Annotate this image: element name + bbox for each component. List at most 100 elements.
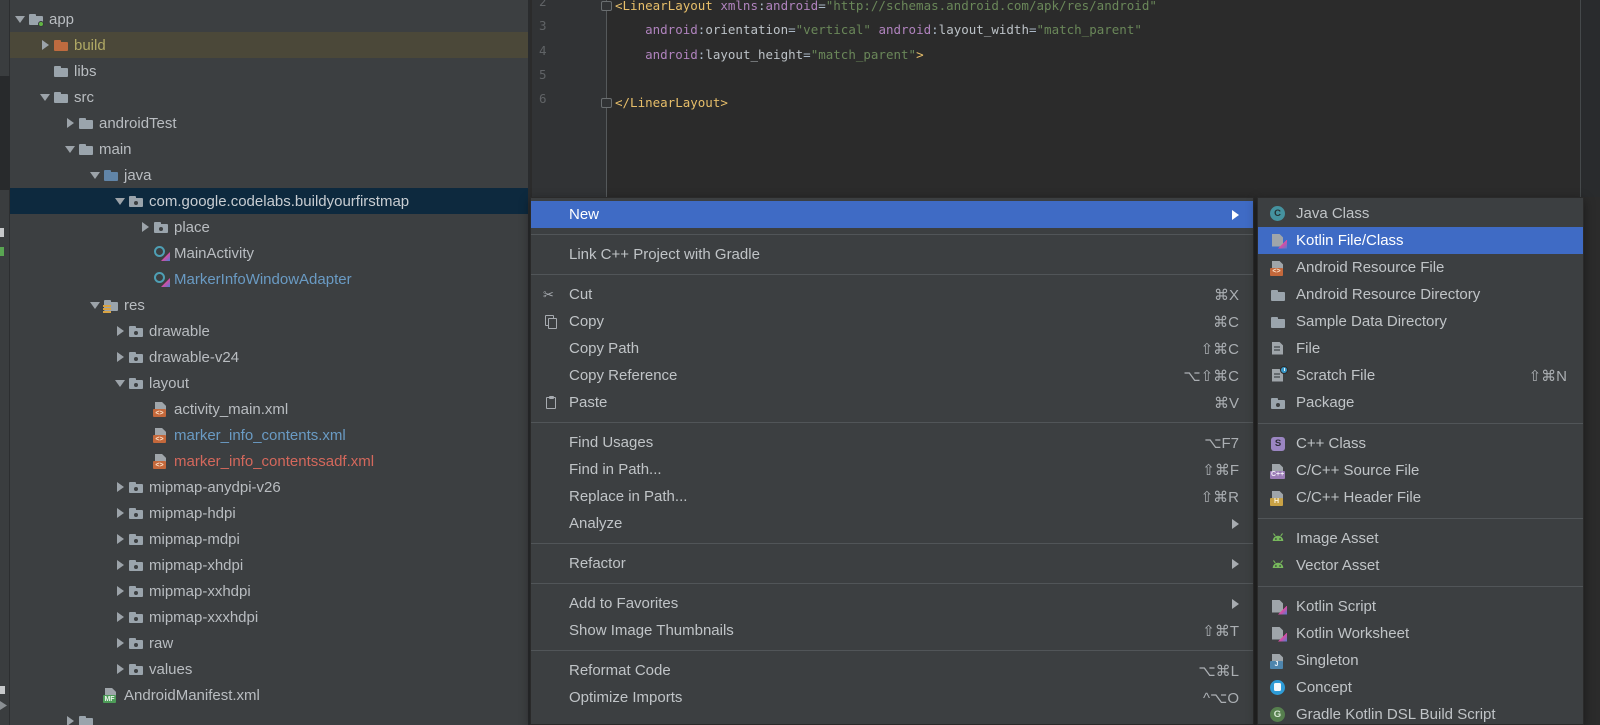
tree-item-androidmanifest-xml[interactable]: MFAndroidManifest.xml (10, 682, 528, 708)
tree-item-build[interactable]: build (10, 32, 528, 58)
submenu-item-kotlin-script[interactable]: Kotlin Script (1258, 593, 1583, 620)
tree-item-src[interactable]: src (10, 84, 528, 110)
chevron-right-icon[interactable] (112, 557, 128, 573)
context-menu-item-optimize-imports[interactable]: Optimize Imports^⌥O (531, 684, 1253, 711)
tree-item-mipmap-anydpi-v26[interactable]: mipmap-anydpi-v26 (10, 474, 528, 500)
chevron-right-icon[interactable] (112, 661, 128, 677)
tree-item-drawable[interactable]: drawable (10, 318, 528, 344)
context-menu-item-cut[interactable]: ✂Cut⌘X (531, 281, 1253, 308)
tree-item-values[interactable]: values (10, 656, 528, 682)
submenu-item-c-c-source-file[interactable]: C++C/C++ Source File (1258, 457, 1583, 484)
context-menu-item-show-image-thumbnails[interactable]: Show Image Thumbnails⇧⌘T (531, 617, 1253, 644)
chevron-spacer (137, 427, 153, 443)
tree-item-partial[interactable] (10, 708, 528, 725)
submenu-item-kotlin-file-class[interactable]: Kotlin File/Class (1258, 227, 1583, 254)
context-menu-item-refactor[interactable]: Refactor (531, 550, 1253, 577)
tree-item-mainactivity[interactable]: MainActivity (10, 240, 528, 266)
tree-item-java[interactable]: java (10, 162, 528, 188)
submenu-item-singleton[interactable]: JSingleton (1258, 647, 1583, 674)
editor-scrollbar-track[interactable] (1581, 0, 1600, 197)
chevron-right-icon[interactable] (137, 219, 153, 235)
tree-item-mipmap-xxhdpi[interactable]: mipmap-xxhdpi (10, 578, 528, 604)
tree-item-mipmap-xhdpi[interactable]: mipmap-xhdpi (10, 552, 528, 578)
menu-item-label: Paste (569, 394, 1194, 411)
chevron-right-icon[interactable] (112, 479, 128, 495)
submenu-item-c-c-header-file[interactable]: HC/C++ Header File (1258, 484, 1583, 511)
cut-icon: ✂ (543, 287, 559, 303)
context-menu-item-find-usages[interactable]: Find Usages⌥F7 (531, 429, 1253, 456)
xml-file-icon: <> (1270, 260, 1286, 276)
submenu-item-scratch-file[interactable]: Scratch File⇧⌘N (1258, 362, 1583, 389)
submenu-item-vector-asset[interactable]: Vector Asset (1258, 552, 1583, 579)
chevron-right-icon[interactable] (112, 635, 128, 651)
chevron-right-icon[interactable] (37, 37, 53, 53)
context-menu-item-link-c-project-with-gradle[interactable]: Link C++ Project with Gradle (531, 241, 1253, 268)
submenu-item-android-resource-file[interactable]: <>Android Resource File (1258, 254, 1583, 281)
tree-item-mipmap-mdpi[interactable]: mipmap-mdpi (10, 526, 528, 552)
chevron-right-icon[interactable] (112, 349, 128, 365)
submenu-item-concept[interactable]: Concept (1258, 674, 1583, 701)
code-line-6: </LinearLayout> (615, 91, 728, 115)
chevron-right-icon[interactable] (112, 323, 128, 339)
kotlin-file-icon (1270, 599, 1286, 615)
chevron-right-icon[interactable] (112, 505, 128, 521)
menu-item-label: Vector Asset (1296, 557, 1567, 574)
context-menu-item-reformat-code[interactable]: Reformat Code⌥⌘L (531, 657, 1253, 684)
submenu-item-c-class[interactable]: SC++ Class (1258, 430, 1583, 457)
tree-item-drawable-v24[interactable]: drawable-v24 (10, 344, 528, 370)
context-menu-item-paste[interactable]: Paste⌘V (531, 389, 1253, 416)
chevron-right-icon[interactable] (112, 531, 128, 547)
menu-icon-spacer (543, 623, 559, 639)
context-menu-item-copy-path[interactable]: Copy Path⇧⌘C (531, 335, 1253, 362)
submenu-item-java-class[interactable]: CJava Class (1258, 200, 1583, 227)
submenu-item-kotlin-worksheet[interactable]: Kotlin Worksheet (1258, 620, 1583, 647)
submenu-item-android-resource-directory[interactable]: Android Resource Directory (1258, 281, 1583, 308)
submenu-item-package[interactable]: Package (1258, 389, 1583, 416)
stripe-mark (0, 228, 4, 237)
fold-marker[interactable] (601, 98, 612, 108)
tree-item-mipmap-xxxhdpi[interactable]: mipmap-xxxhdpi (10, 604, 528, 630)
tree-item-place[interactable]: place (10, 214, 528, 240)
submenu-item-image-asset[interactable]: Image Asset (1258, 525, 1583, 552)
tree-item-app[interactable]: app (10, 6, 528, 32)
fold-marker[interactable] (601, 1, 612, 11)
package-folder-icon (128, 557, 144, 573)
chevron-down-icon[interactable] (112, 375, 128, 391)
context-menu-item-find-in-path[interactable]: Find in Path...⇧⌘F (531, 456, 1253, 483)
chevron-down-icon[interactable] (12, 11, 28, 27)
tree-item-androidtest[interactable]: androidTest (10, 110, 528, 136)
tree-item-raw[interactable]: raw (10, 630, 528, 656)
tree-item-marker-info-contents-xml[interactable]: <>marker_info_contents.xml (10, 422, 528, 448)
submenu-item-gradle-kotlin-dsl-build-script[interactable]: GGradle Kotlin DSL Build Script (1258, 701, 1583, 725)
chevron-right-icon[interactable] (112, 583, 128, 599)
tree-item-res[interactable]: res (10, 292, 528, 318)
chevron-down-icon[interactable] (87, 297, 103, 313)
tree-item-activity-main-xml[interactable]: <>activity_main.xml (10, 396, 528, 422)
context-menu-item-analyze[interactable]: Analyze (531, 510, 1253, 537)
menu-item-shortcut: ⌘X (1214, 286, 1239, 304)
chevron-down-icon[interactable] (62, 141, 78, 157)
tree-item-markerinfowindowadapter[interactable]: MarkerInfoWindowAdapter (10, 266, 528, 292)
context-menu-item-copy-reference[interactable]: Copy Reference⌥⇧⌘C (531, 362, 1253, 389)
context-menu-item-copy[interactable]: Copy⌘C (531, 308, 1253, 335)
chevron-down-icon[interactable] (87, 167, 103, 183)
tree-item-label: mipmap-xhdpi (149, 557, 243, 574)
tree-item-com-google-codelabs-buildyourfirstmap[interactable]: com.google.codelabs.buildyourfirstmap (10, 188, 528, 214)
submenu-item-file[interactable]: File (1258, 335, 1583, 362)
chevron-right-icon[interactable] (62, 713, 78, 725)
tree-item-label: mipmap-anydpi-v26 (149, 479, 281, 496)
chevron-down-icon[interactable] (112, 193, 128, 209)
tree-item-mipmap-hdpi[interactable]: mipmap-hdpi (10, 500, 528, 526)
tool-window-stripe[interactable] (0, 0, 10, 725)
chevron-right-icon[interactable] (112, 609, 128, 625)
tree-item-libs[interactable]: libs (10, 58, 528, 84)
tree-item-marker-info-contentssadf-xml[interactable]: <>marker_info_contentssadf.xml (10, 448, 528, 474)
context-menu-item-add-to-favorites[interactable]: Add to Favorites (531, 590, 1253, 617)
tree-item-main[interactable]: main (10, 136, 528, 162)
chevron-down-icon[interactable] (37, 89, 53, 105)
chevron-right-icon[interactable] (62, 115, 78, 131)
tree-item-layout[interactable]: layout (10, 370, 528, 396)
context-menu-item-new[interactable]: New (531, 201, 1253, 228)
submenu-item-sample-data-directory[interactable]: Sample Data Directory (1258, 308, 1583, 335)
context-menu-item-replace-in-path[interactable]: Replace in Path...⇧⌘R (531, 483, 1253, 510)
